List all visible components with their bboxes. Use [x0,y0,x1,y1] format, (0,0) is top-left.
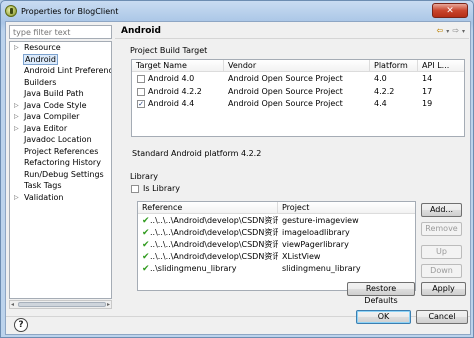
target-vendor-cell[interactable]: Android Open Source Project [224,86,370,98]
tree-item-label: Java Code Style [24,100,87,110]
tree-item[interactable]: ▷ Java Code Style [10,100,111,112]
expand-arrow-icon[interactable]: ▷ [14,100,19,112]
back-dropdown-icon[interactable]: ▾ [446,28,449,35]
restore-defaults-button[interactable]: Restore Defaults [347,282,415,305]
tree-item-label: Project References [24,146,99,156]
col-vendor[interactable]: Vendor [224,60,370,72]
tree-item-label: Android Lint Preferences [24,66,111,75]
target-platform-cell[interactable]: 4.2.2 [370,86,418,98]
app-icon [5,5,17,17]
title-bar[interactable]: Properties for BlogClient ✕ [1,1,473,21]
tree-horizontal-scrollbar[interactable]: ◂ ▸ [9,300,112,309]
library-table: Reference Project ✔ ..\..\..\Android\deve… [137,201,416,291]
tree-item-label: Java Build Path [24,89,84,98]
library-reference-cell[interactable]: ..\..\..\Android\develop\CSDN资讯... [146,239,278,251]
col-platform[interactable]: Platform [370,60,418,72]
target-vendor-cell[interactable]: Android Open Source Project [224,73,370,85]
cancel-button[interactable]: Cancel [416,310,468,324]
apply-button[interactable]: Apply [421,282,466,296]
col-reference[interactable]: Reference [138,202,278,214]
tree-item[interactable]: Task Tags [10,180,111,192]
library-project-cell[interactable]: viewPagerlibrary [278,239,415,251]
tree-item[interactable]: ▷ Resource [10,42,111,54]
tree-item[interactable]: ▷ Validation [10,192,111,204]
down-button[interactable]: Down [421,264,462,278]
tree-item-label: Validation [24,192,64,202]
tree-item-label: Builders [24,77,57,87]
library-reference-cell[interactable]: ..\..\..\Android\develop\CSDN资讯... [146,251,278,263]
filter-input[interactable] [9,25,112,39]
add-button[interactable]: Add... [421,203,462,217]
properties-window: Properties for BlogClient ✕ ▷ResourceAnd… [0,0,474,338]
forward-dropdown-icon[interactable]: ▾ [462,28,465,35]
tree-item[interactable]: Run/Debug Settings [10,169,111,181]
help-icon[interactable]: ? [14,318,28,332]
library-project-cell[interactable]: XListView [278,251,415,263]
tree-item-label: Java Compiler [24,112,80,121]
target-vendor-cell[interactable]: Android Open Source Project [224,98,370,110]
window-title: Properties for BlogClient [21,6,119,16]
library-reference-cell[interactable]: ..\..\..\Android\develop\CSDN资讯... [146,227,278,239]
col-api-level[interactable]: API L... [418,60,464,72]
build-target-status: Standard Android platform 4.2.2 [132,149,262,158]
target-name-cell[interactable]: Android 4.4 [144,98,224,110]
expand-arrow-icon[interactable]: ▷ [14,111,19,123]
expand-arrow-icon[interactable]: ▷ [14,123,19,135]
target-platform-cell[interactable]: 4.4 [370,98,418,110]
target-api-cell[interactable]: 19 [418,98,464,110]
forward-arrow-icon[interactable]: ⇨ [452,26,459,35]
library-project-cell[interactable]: gesture-imageview [278,215,415,227]
scroll-thumb[interactable] [18,302,106,307]
tree-item[interactable]: Android [10,53,111,66]
target-platform-cell[interactable]: 4.0 [370,73,418,85]
page-title: Android [121,26,161,36]
tree-item-label: Resource [24,43,61,52]
col-project[interactable]: Project [278,202,415,214]
tree-item[interactable]: ▷ Java Compiler [10,111,111,123]
dialog-body: ▷ResourceAndroidAndroid Lint Preferences… [5,21,471,335]
tree-item[interactable]: Builders [10,77,111,89]
tree-item-label: Java Editor [24,123,68,133]
library-reference-cell[interactable]: ..\..\..\Android\develop\CSDN资讯... [146,215,278,227]
up-button[interactable]: Up [421,245,462,259]
build-target-heading: Project Build Target [130,46,208,55]
tree-item[interactable]: Java Build Path [10,88,111,100]
build-target-table: Target Name Vendor Platform API L... And… [131,59,465,137]
tree-item[interactable]: ▷ Java Editor [10,123,111,135]
tree-item-label: Android [23,53,58,65]
library-heading: Library [130,172,158,181]
pane-header: Android ⇦ ▾ ⇨ ▾ [115,25,469,39]
scroll-right-icon[interactable]: ▸ [107,301,110,308]
tree-item-label: Javadoc Location [24,135,92,144]
remove-button[interactable]: Remove [421,222,462,236]
expand-arrow-icon[interactable]: ▷ [14,42,19,54]
target-api-cell[interactable]: 17 [418,86,464,98]
expand-arrow-icon[interactable]: ▷ [14,192,19,204]
is-library-checkbox[interactable] [131,185,139,193]
back-arrow-icon[interactable]: ⇦ [437,26,444,35]
tree-item-label: Run/Debug Settings [24,169,104,179]
tree-item[interactable]: Project References [10,146,111,158]
library-reference-cell[interactable]: ..\slidingmenu_library [146,263,278,275]
tree-item[interactable]: Javadoc Location [10,134,111,146]
tree-item-label: Task Tags [24,181,62,190]
is-library-label: Is Library [143,184,181,193]
target-api-cell[interactable]: 14 [418,73,464,85]
target-name-cell[interactable]: Android 4.0 [144,73,224,85]
tree-item[interactable]: Refactoring History [10,157,111,169]
ok-button[interactable]: OK [356,310,411,324]
col-target-name[interactable]: Target Name [132,60,224,72]
tree-item[interactable]: Android Lint Preferences [10,65,111,77]
tree-item-label: Refactoring History [24,158,101,167]
library-project-cell[interactable]: imageloadlibrary [278,227,415,239]
scroll-left-icon[interactable]: ◂ [11,301,14,308]
preference-tree: ▷ ResourceAndroidAndroid Lint Preferences… [9,41,112,299]
target-name-cell[interactable]: Android 4.2.2 [144,86,224,98]
library-project-cell[interactable]: slidingmenu_library [278,263,415,275]
close-button[interactable]: ✕ [432,3,468,18]
